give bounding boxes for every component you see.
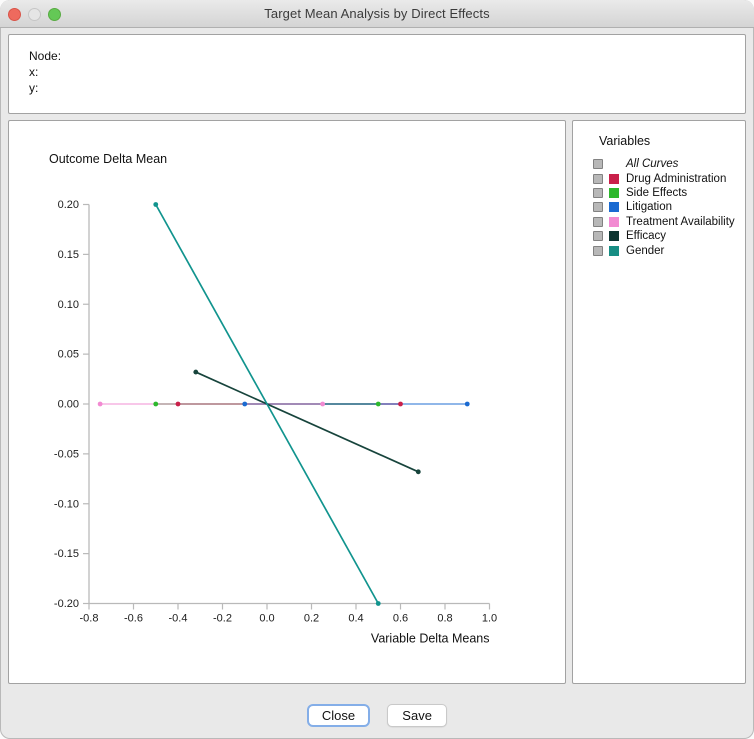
data-point <box>176 402 181 407</box>
close-window-icon[interactable] <box>8 8 21 21</box>
legend-title: Variables <box>599 134 745 148</box>
legend-item-label: Efficacy <box>626 230 666 242</box>
x-tick-label: 0.0 <box>259 613 274 625</box>
y-axis-title: Outcome Delta Mean <box>49 152 167 166</box>
legend-color-swatch <box>609 217 619 227</box>
save-button[interactable]: Save <box>387 704 447 727</box>
y-tick-label: -0.10 <box>54 498 79 510</box>
legend-item: Treatment Availability <box>593 215 745 229</box>
legend-color-swatch <box>609 174 619 184</box>
zoom-window-icon[interactable] <box>48 8 61 21</box>
x-tick-label: -0.4 <box>169 613 188 625</box>
data-point <box>153 402 158 407</box>
y-tick-label: 0.10 <box>58 299 79 311</box>
x-tick-label: 1.0 <box>482 613 497 625</box>
legend-color-swatch <box>609 246 619 256</box>
y-tick-label: 0.15 <box>58 249 79 261</box>
y-tick-label: -0.15 <box>54 548 79 560</box>
legend-item-label: Litigation <box>626 201 672 213</box>
legend-item-label: Drug Administration <box>626 173 726 185</box>
legend-item: Side Effects <box>593 186 745 200</box>
legend-toggle-checkbox[interactable] <box>593 217 603 227</box>
legend-toggle-checkbox[interactable] <box>593 174 603 184</box>
y-readout-label: y: <box>29 80 745 96</box>
legend-item-label: Side Effects <box>626 187 687 199</box>
legend-items: All Curves Drug Administration Side Effect… <box>599 157 745 258</box>
x-readout-label: x: <box>29 64 745 80</box>
legend-item-label: Treatment Availability <box>626 216 735 228</box>
x-tick-label: -0.8 <box>80 613 99 625</box>
data-point <box>153 202 158 207</box>
legend-toggle-checkbox[interactable] <box>593 159 603 169</box>
window: Target Mean Analysis by Direct Effects N… <box>0 0 754 739</box>
legend-toggle-checkbox[interactable] <box>593 246 603 256</box>
plot-panel: 0.200.150.100.050.00-0.05-0.10-0.15-0.20… <box>8 120 566 684</box>
data-point <box>242 402 247 407</box>
x-tick-label: -0.6 <box>124 613 143 625</box>
button-bar: Close Save <box>0 684 754 739</box>
series-line <box>196 372 418 472</box>
legend-item-label: All Curves <box>626 158 678 170</box>
titlebar: Target Mean Analysis by Direct Effects <box>0 0 754 28</box>
data-point <box>398 402 403 407</box>
legend-item-label: Gender <box>626 245 664 257</box>
y-tick-label: -0.05 <box>54 448 79 460</box>
data-point <box>465 402 470 407</box>
legend-item: All Curves <box>593 157 745 171</box>
data-point <box>98 402 103 407</box>
x-tick-label: -0.2 <box>213 613 232 625</box>
legend-toggle-checkbox[interactable] <box>593 231 603 241</box>
traffic-lights <box>8 8 61 21</box>
legend-toggle-checkbox[interactable] <box>593 202 603 212</box>
variables-legend-panel: Variables All Curves Drug Administration S… <box>572 120 746 684</box>
data-point <box>376 402 381 407</box>
legend-item: Drug Administration <box>593 171 745 185</box>
close-button[interactable]: Close <box>307 704 370 727</box>
legend-item: Efficacy <box>593 229 745 243</box>
node-readout-label: Node: <box>29 48 745 64</box>
x-tick-label: 0.8 <box>437 613 452 625</box>
legend-item: Litigation <box>593 200 745 214</box>
legend-color-swatch <box>609 188 619 198</box>
data-point <box>376 601 381 606</box>
y-tick-label: -0.20 <box>54 598 79 610</box>
data-point <box>320 402 325 407</box>
x-tick-label: 0.6 <box>393 613 408 625</box>
data-point <box>193 370 198 375</box>
x-tick-label: 0.4 <box>348 613 363 625</box>
target-mean-chart[interactable]: 0.200.150.100.050.00-0.05-0.10-0.15-0.20… <box>9 121 565 683</box>
legend-item: Gender <box>593 243 745 257</box>
y-tick-label: 0.20 <box>58 199 79 211</box>
y-tick-label: 0.00 <box>58 399 79 411</box>
x-axis-title: Variable Delta Means <box>371 632 490 646</box>
window-title: Target Mean Analysis by Direct Effects <box>264 6 489 21</box>
minimize-window-icon[interactable] <box>28 8 41 21</box>
legend-toggle-checkbox[interactable] <box>593 188 603 198</box>
legend-color-swatch <box>609 202 619 212</box>
y-tick-label: 0.05 <box>58 349 79 361</box>
legend-color-swatch <box>609 231 619 241</box>
x-tick-label: 0.2 <box>304 613 319 625</box>
data-point <box>416 469 421 474</box>
hover-readout-panel: Node: x: y: <box>8 34 746 114</box>
